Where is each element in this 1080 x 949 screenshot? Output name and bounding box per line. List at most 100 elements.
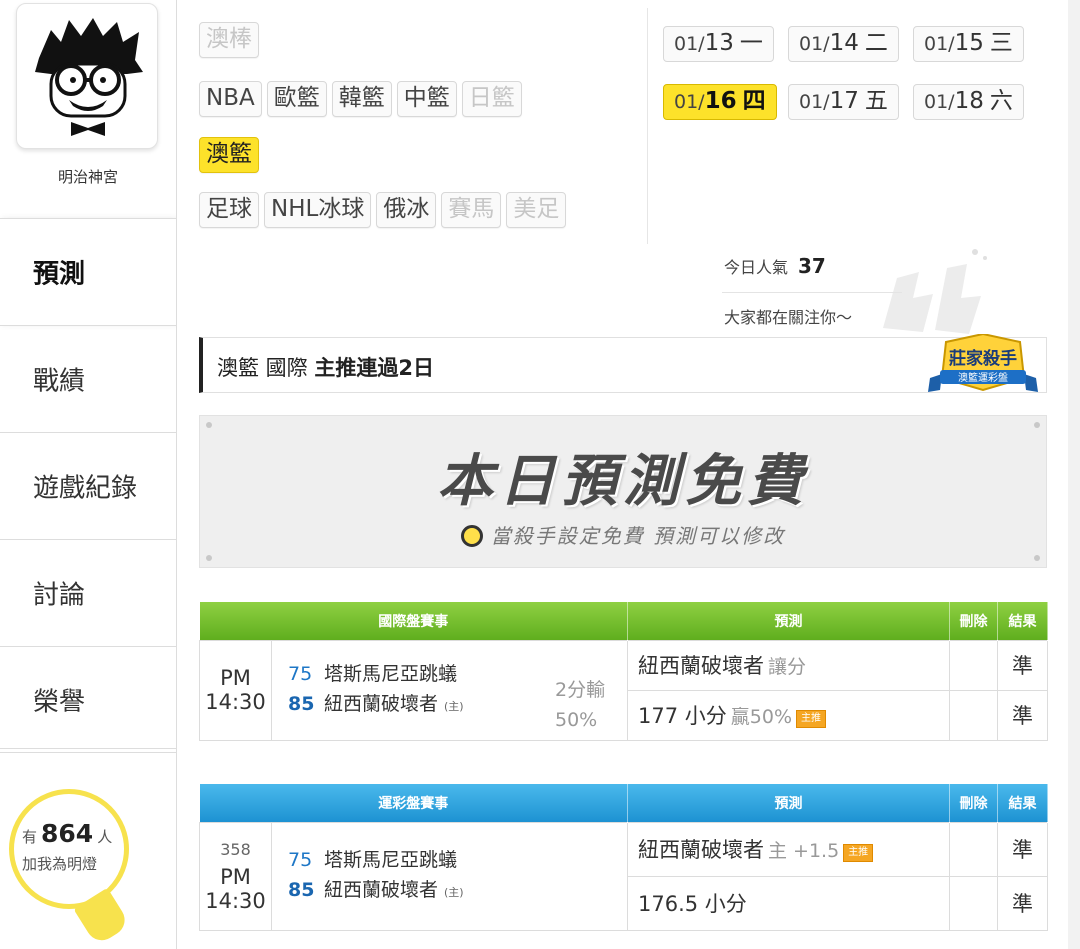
sport-tag-khl[interactable]: 俄冰 (376, 192, 437, 228)
fans-count: 864 (41, 819, 94, 848)
bookie-killer-badge-icon: 莊家殺手 澳籃運彩盤 (924, 332, 1042, 398)
nav-item-honor[interactable]: 榮譽 (0, 646, 176, 753)
nav-item-discuss[interactable]: 討論 (0, 539, 176, 646)
date-weekday: 六 (989, 88, 1013, 114)
nav-item-predict[interactable]: 預測 (0, 218, 176, 325)
sport-row-3: 澳籃 (199, 137, 264, 173)
table-row: PM 14:30 75 塔斯馬尼亞跳蟻 85 紐西蘭破壞者 (主) 2分輸 50% 紐… (199, 639, 1048, 741)
date-button-0117[interactable]: 01/17 五 (788, 84, 899, 120)
sport-tag-american-football[interactable]: 美足 (506, 192, 567, 228)
home-mark: (主) (444, 699, 464, 713)
sport-tag-korea-basketball[interactable]: 韓籃 (331, 81, 392, 117)
lottery-games-table: 運彩盤賽事 預測 刪除 結果 358 PM 14:30 75 塔斯馬尼亞跳蟻 85… (199, 784, 1048, 931)
game-teams: 75 塔斯馬尼亞跳蟻 85 紐西蘭破壞者 (主) 2分輸 50% (271, 639, 628, 741)
home-score: 85 (288, 878, 315, 901)
date-button-0114[interactable]: 01/14 二 (788, 26, 899, 62)
header-delete: 刪除 (949, 784, 998, 822)
date-button-0116[interactable]: 01/16 四 (663, 84, 777, 120)
fans-suffix: 人 (97, 828, 113, 846)
sport-tag-japan-basketball[interactable]: 日籃 (461, 81, 522, 117)
game-time: PM 14:30 (205, 864, 266, 913)
sport-tag-nba[interactable]: NBA (199, 81, 262, 117)
date-weekday: 一 (739, 30, 763, 56)
result-cell: 準 (997, 689, 1048, 741)
popularity: 今日人氣 37 (724, 254, 826, 278)
away-team[interactable]: 塔斯馬尼亞跳蟻 (324, 663, 457, 685)
free-subtitle: 當殺手設定免費 預測可以修改 (490, 524, 786, 548)
profile-name[interactable]: 明治神宮 (0, 166, 176, 187)
prediction-main: 177 小分 (638, 704, 727, 728)
sport-row-1: 澳棒 (199, 22, 264, 58)
streak-league: 澳籃 國際 (217, 356, 308, 380)
nav-item-game-log[interactable]: 遊戲紀錄 (0, 432, 176, 539)
sidebar: 明治神宮 預測 戰績 遊戲紀錄 討論 榮譽 有 864 人 加我為明燈 (0, 0, 176, 949)
date-day: 13 (704, 30, 734, 56)
prediction-cell: 紐西蘭破壞者主 +1.5 主推 (627, 821, 950, 877)
fans-prefix: 有 (22, 828, 38, 846)
lightbulb-icon (9, 789, 129, 909)
header-delete: 刪除 (949, 602, 998, 640)
sport-tag-soccer[interactable]: 足球 (199, 192, 259, 228)
result-cell: 準 (997, 821, 1048, 877)
result-cell: 準 (997, 639, 1048, 691)
popularity-label: 今日人氣 (724, 258, 789, 277)
away-team[interactable]: 塔斯馬尼亞跳蟻 (324, 849, 457, 871)
delete-cell (949, 875, 998, 931)
prediction-note: 主 +1.5 (768, 840, 840, 862)
fans-caption: 加我為明燈 (22, 855, 98, 873)
date-button-0118[interactable]: 01/18 六 (913, 84, 1024, 120)
screw-icon (206, 555, 212, 561)
date-day: 16 (704, 88, 737, 114)
intl-games-table: 國際盤賽事 預測 刪除 結果 PM 14:30 75 塔斯馬尼亞跳蟻 85 紐西蘭破… (199, 602, 1048, 741)
date-md: 01/ (924, 91, 955, 113)
date-md: 01/ (674, 33, 705, 55)
prediction-note: 贏50% (730, 706, 792, 728)
date-button-0113[interactable]: 01/13 一 (663, 26, 774, 62)
date-weekday: 三 (989, 30, 1013, 56)
game-number: 358 (220, 839, 251, 859)
main-pick-tag: 主推 (843, 844, 874, 862)
fans-count-line: 有 864 人 (22, 819, 112, 848)
header-result: 結果 (997, 784, 1048, 822)
fans-box[interactable]: 有 864 人 加我為明燈 (0, 748, 176, 949)
nav-label: 戰績 (33, 366, 86, 397)
result-cell: 準 (997, 875, 1048, 931)
game-teams: 75 塔斯馬尼亞跳蟻 85 紐西蘭破壞者 (主) (271, 821, 628, 931)
date-md: 01/ (799, 91, 830, 113)
popularity-value: 37 (798, 254, 826, 278)
date-button-0115[interactable]: 01/15 三 (913, 26, 1024, 62)
main-pick-tag: 主推 (796, 710, 826, 728)
sport-tag-euro-basketball[interactable]: 歐籃 (266, 81, 327, 117)
sport-tag-horse-racing[interactable]: 賽馬 (441, 192, 502, 228)
header-game: 國際盤賽事 (199, 602, 628, 640)
home-team[interactable]: 紐西蘭破壞者 (324, 879, 438, 901)
free-subtitle-row: 當殺手設定免費 預測可以修改 (200, 520, 1046, 549)
sport-tag-aus-baseball[interactable]: 澳棒 (199, 22, 259, 58)
sport-tag-nhl[interactable]: NHL冰球 (264, 192, 372, 228)
nav-item-record[interactable]: 戰績 (0, 325, 176, 432)
home-team[interactable]: 紐西蘭破壞者 (324, 693, 438, 715)
prediction-main: 紐西蘭破壞者 (638, 838, 764, 862)
date-day: 18 (954, 88, 984, 114)
date-day: 17 (829, 88, 859, 114)
away-score: 75 (288, 662, 313, 685)
date-day: 15 (954, 30, 984, 56)
nav-label: 遊戲紀錄 (33, 473, 138, 504)
sport-tag-china-basketball[interactable]: 中籃 (396, 81, 457, 117)
prediction-cell: 紐西蘭破壞者 讓分 (627, 639, 950, 691)
away-score: 75 (288, 848, 313, 871)
sport-tag-aus-basketball[interactable]: 澳籃 (199, 137, 259, 173)
sport-row-2: NBA 歐籃 韓籃 中籃 日籃 (199, 81, 527, 117)
table-row: 358 PM 14:30 75 塔斯馬尼亞跳蟻 85 紐西蘭破壞者 (主) 紐西蘭破壞… (199, 821, 1048, 931)
badge-top-text: 莊家殺手 (949, 348, 1017, 369)
nav-label: 榮譽 (33, 687, 86, 717)
date-day: 14 (829, 30, 859, 56)
header-game: 運彩盤賽事 (199, 784, 628, 822)
prediction-main: 176.5 小分 (638, 892, 747, 916)
away-team-row: 75 塔斯馬尼亞跳蟻 (272, 845, 627, 875)
avatar-image (31, 16, 145, 136)
avatar[interactable] (16, 3, 158, 149)
game-time: PM 14:30 (199, 639, 272, 741)
streak-highlight: 主推連過2日 (314, 356, 434, 380)
spread-percent: 50% (555, 708, 598, 731)
